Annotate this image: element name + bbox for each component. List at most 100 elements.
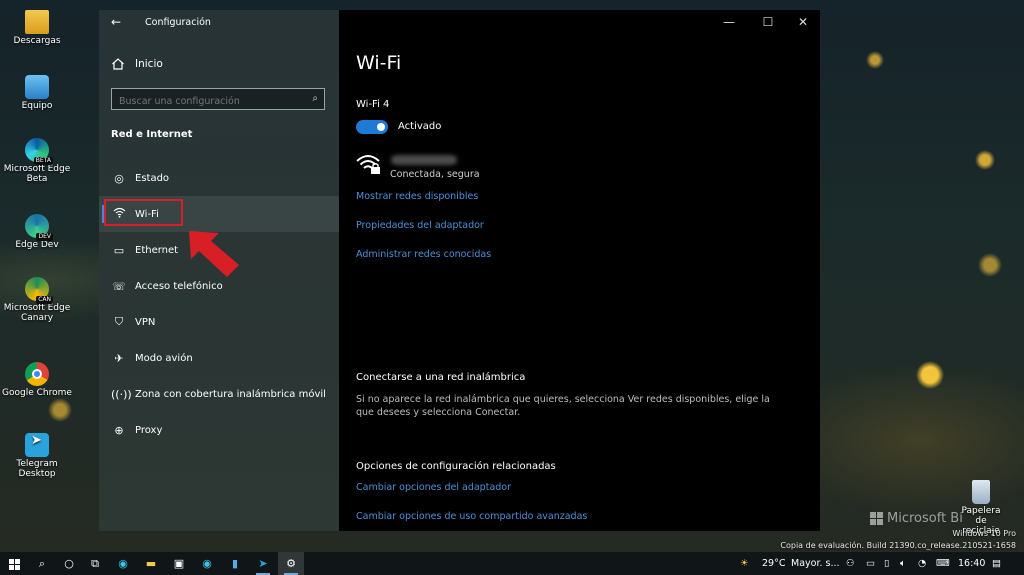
desktop-icon-descargas[interactable]: Descargas (0, 10, 74, 46)
search-input[interactable] (112, 91, 299, 112)
task-view-icon[interactable]: ⧉ (82, 552, 108, 575)
search-icon[interactable]: ⌕ (312, 93, 318, 104)
link-administrar-redes[interactable]: Administrar redes conocidas (356, 249, 491, 260)
back-arrow-icon[interactable]: ← (111, 15, 121, 29)
network-ssid-blurred (391, 155, 457, 165)
sidebar-item-vpn[interactable]: ⛉ VPN (99, 304, 339, 340)
home-icon (112, 58, 124, 70)
clock-time[interactable]: 16:40 (958, 552, 985, 575)
proxy-globe-icon: ⊕ (114, 423, 124, 437)
link-mostrar-redes[interactable]: Mostrar redes disponibles (356, 191, 478, 202)
battery-icon[interactable]: ▭ (866, 552, 875, 575)
this-pc-icon (25, 75, 49, 99)
taskbar-search-icon[interactable]: ⌕ (28, 552, 56, 575)
desktop-icon-label: Google Chrome (2, 388, 72, 398)
related-heading: Opciones de configuración relacionadas (356, 461, 556, 472)
hotspot-icon: ((·)) (111, 387, 132, 401)
sidebar-item-label: Estado (135, 172, 170, 184)
sidebar-item-label: Proxy (135, 424, 163, 436)
title-bar[interactable]: ← Configuración (99, 10, 339, 34)
desktop-icon-telegram[interactable]: Telegram Desktop (0, 433, 74, 479)
sidebar-item-label: Modo avión (135, 352, 193, 364)
taskbar-settings-icon[interactable]: ⚙ (278, 552, 304, 575)
windows-start-icon (8, 558, 20, 570)
desktop-icon-edge-dev[interactable]: DEV Edge Dev (0, 214, 74, 250)
home-label: Inicio (135, 58, 163, 70)
desktop-icon-label: Telegram Desktop (16, 459, 58, 479)
adapter-name: Wi-Fi 4 (356, 99, 390, 110)
volume-icon[interactable]: 🔈︎ (900, 552, 906, 575)
settings-content: — ☐ ✕ Wi-Fi Wi-Fi 4 Activado Conectada, … (339, 10, 820, 531)
taskbar-store-icon[interactable]: ▣ (166, 552, 192, 575)
taskbar-edge-dev-icon[interactable]: ◉ (194, 552, 220, 575)
sidebar-item-proxy[interactable]: ⊕ Proxy (99, 412, 339, 448)
network-tray-icon[interactable]: ◔ (918, 552, 926, 575)
edge-dev-icon: DEV (25, 214, 53, 241)
link-uso-compartido-avanzadas[interactable]: Cambiar opciones de uso compartido avanz… (356, 511, 587, 522)
windows-logo-icon (870, 512, 883, 525)
keyboard-icon[interactable]: ⌨ (936, 552, 950, 575)
sidebar-item-zona-cobertura[interactable]: ((·)) Zona con cobertura inalámbrica móv… (99, 376, 339, 412)
device-icon[interactable]: ▯ (884, 552, 889, 575)
sidebar-item-modo-avion[interactable]: ✈ Modo avión (99, 340, 339, 376)
red-pointer-arrow-icon (189, 231, 239, 277)
cortana-icon[interactable]: ○ (56, 552, 82, 575)
desktop-icon-equipo[interactable]: Equipo (0, 75, 74, 111)
wifi-secure-signal-icon (356, 155, 380, 174)
link-cambiar-opciones-adaptador[interactable]: Cambiar opciones del adaptador (356, 482, 511, 493)
toggle-state-label: Activado (398, 121, 442, 132)
recycle-bin-icon (972, 480, 990, 504)
connection-status: Conectada, segura (390, 169, 480, 180)
taskbar: ⌕ ○ ⧉ ◉ ▬ ▣ ◉ ▮ ➤ ⚙ ☀ 29°C Mayor. s... ⚇… (0, 552, 1024, 575)
weather-temp[interactable]: 29°C (762, 552, 785, 575)
connect-heading: Conectarse a una red inalámbrica (356, 372, 526, 383)
connect-text: Si no aparece la red inalámbrica que qui… (356, 394, 770, 418)
taskbar-file-explorer-icon[interactable]: ▬ (138, 552, 164, 575)
globe-icon: ◎ (114, 171, 124, 185)
downloads-folder-icon (25, 10, 49, 34)
notification-center-icon[interactable]: ▤ (992, 552, 1001, 575)
desktop-icon-label: Descargas (13, 36, 61, 46)
watermark-build: Copia de evaluación. Build 21390.co_rele… (780, 541, 1016, 550)
telegram-icon (25, 433, 49, 457)
minimize-button[interactable]: — (712, 10, 746, 34)
desktop-icon-label: Microsoft Edge Canary (3, 303, 71, 323)
sidebar-item-label: Acceso telefónico (135, 280, 223, 292)
link-propiedades-adaptador[interactable]: Propiedades del adaptador (356, 220, 484, 231)
weather-text[interactable]: Mayor. s... (791, 552, 841, 575)
watermark-brand: Microsoft Bi (887, 511, 963, 526)
window-title: Configuración (145, 17, 211, 28)
airplane-icon: ✈ (114, 351, 124, 365)
edge-beta-icon: BETA (25, 138, 53, 165)
search-box[interactable]: ⌕ (111, 88, 325, 112)
highlight-box (104, 199, 183, 226)
settings-window: ← Configuración Inicio ⌕ Red e Internet … (99, 10, 820, 531)
watermark-edition: Windows 10 Pro (952, 529, 1016, 538)
taskbar-app-icon[interactable]: ▮ (222, 552, 248, 575)
weather-icon[interactable]: ☀ (740, 552, 749, 575)
settings-sidebar: ← Configuración Inicio ⌕ Red e Internet … (99, 10, 339, 531)
desktop-icon-recycle-bin[interactable]: Papelera de reciclaje (944, 480, 1018, 536)
desktop-icon-edge-beta[interactable]: BETA Microsoft Edge Beta (0, 138, 74, 184)
vpn-icon: ⛉ (114, 315, 124, 328)
microsoft-watermark: Microsoft Bi (870, 511, 963, 526)
taskbar-telegram-icon[interactable]: ➤ (250, 552, 276, 575)
sidebar-item-label: VPN (135, 316, 156, 328)
desktop-icon-label: Edge Dev (15, 240, 59, 250)
page-title: Wi-Fi (356, 52, 402, 74)
taskbar-edge-icon[interactable]: ◉ (110, 552, 136, 575)
chrome-icon (25, 362, 49, 386)
desktop-icon-chrome[interactable]: Google Chrome (0, 362, 74, 398)
maximize-button[interactable]: ☐ (751, 10, 785, 34)
desktop-icon-edge-canary[interactable]: CAN Microsoft Edge Canary (0, 277, 74, 323)
home-link[interactable]: Inicio (111, 57, 163, 71)
close-button[interactable]: ✕ (786, 10, 820, 34)
start-button[interactable] (0, 552, 28, 575)
wifi-toggle[interactable] (356, 120, 388, 134)
people-icon[interactable]: ⚇ (846, 552, 855, 575)
dialup-icon: ☏ (112, 279, 126, 293)
sidebar-item-estado[interactable]: ◎ Estado (99, 160, 339, 196)
ethernet-icon: ▭ (113, 243, 125, 257)
sidebar-item-label: Zona con cobertura inalámbrica móvil (135, 388, 326, 400)
sidebar-item-label: Ethernet (135, 244, 179, 256)
